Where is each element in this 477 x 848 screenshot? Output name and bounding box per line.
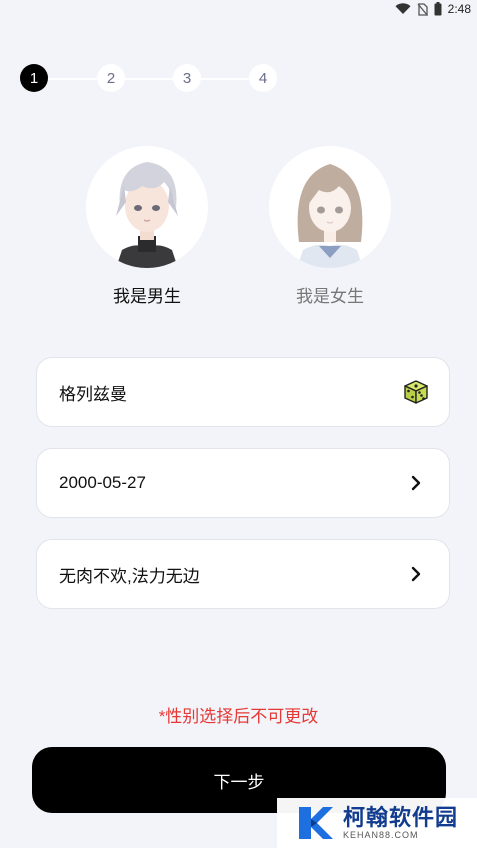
watermark-logo-icon (299, 807, 333, 839)
step-indicator: 1 2 3 4 (20, 64, 278, 94)
site-watermark: 柯翰软件园 KEHAN88.COM (277, 798, 477, 848)
gender-lock-notice: *性别选择后不可更改 (158, 707, 319, 726)
male-label: 我是男生 (113, 287, 181, 306)
status-bar: 2:48 (0, 0, 477, 22)
birthday-value: 2000-05-27 (59, 473, 146, 492)
chevron-right-icon (403, 561, 429, 587)
signature-value: 无肉不欢,法力无边 (59, 566, 200, 586)
wifi-icon (395, 3, 411, 15)
birthday-field[interactable]: 2000-05-27 (36, 448, 450, 518)
step-1: 1 (20, 64, 48, 92)
status-time: 2:48 (447, 2, 471, 16)
watermark-title: 柯翰软件园 (343, 805, 459, 830)
watermark-subtitle: KEHAN88.COM (343, 830, 419, 840)
step-4: 4 (249, 64, 277, 92)
female-label: 我是女生 (296, 287, 364, 306)
gender-option-female[interactable]: 我是女生 (268, 146, 392, 307)
nickname-value: 格列兹曼 (59, 384, 127, 404)
gender-option-male[interactable]: 我是男生 (85, 146, 209, 307)
chevron-right-icon (403, 470, 429, 496)
male-avatar (86, 146, 208, 268)
step-connector (48, 78, 98, 80)
step-connector (124, 78, 174, 80)
step-connector (200, 78, 250, 80)
battery-icon (434, 2, 442, 16)
female-avatar (269, 146, 391, 268)
profile-setup-screen: 2:48 1 2 3 4 我是男生 我是女生 格列兹曼 2000-05-27 无… (0, 0, 477, 848)
dice-icon[interactable] (403, 379, 429, 405)
nickname-field[interactable]: 格列兹曼 (36, 357, 450, 427)
signature-field[interactable]: 无肉不欢,法力无边 (36, 539, 450, 609)
no-sim-icon (417, 2, 428, 16)
step-3: 3 (173, 64, 201, 92)
step-2: 2 (97, 64, 125, 92)
